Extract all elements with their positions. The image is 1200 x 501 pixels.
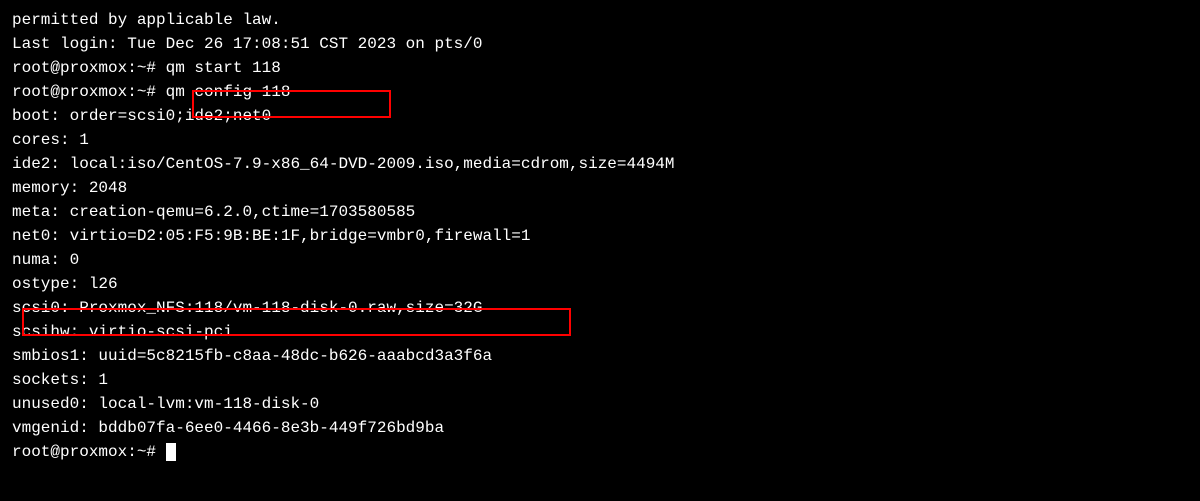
terminal-window[interactable]: permitted by applicable law. Last login:…	[12, 8, 1188, 464]
terminal-output-line: scsi0: Proxmox_NFS:118/vm-118-disk-0.raw…	[12, 296, 1188, 320]
cursor-icon	[166, 443, 176, 461]
terminal-prompt-line[interactable]: root@proxmox:~#	[12, 440, 1188, 464]
terminal-output-line: vmgenid: bddb07fa-6ee0-4466-8e3b-449f726…	[12, 416, 1188, 440]
terminal-output-line: unused0: local-lvm:vm-118-disk-0	[12, 392, 1188, 416]
terminal-output-line: net0: virtio=D2:05:F5:9B:BE:1F,bridge=vm…	[12, 224, 1188, 248]
terminal-prompt: root@proxmox:~#	[12, 443, 166, 461]
terminal-output-line: scsihw: virtio-scsi-pci	[12, 320, 1188, 344]
terminal-output-line: meta: creation-qemu=6.2.0,ctime=17035805…	[12, 200, 1188, 224]
terminal-output-line: ide2: local:iso/CentOS-7.9-x86_64-DVD-20…	[12, 152, 1188, 176]
terminal-output-line: memory: 2048	[12, 176, 1188, 200]
terminal-output-line: ostype: l26	[12, 272, 1188, 296]
terminal-output-line: permitted by applicable law.	[12, 8, 1188, 32]
terminal-output-line: Last login: Tue Dec 26 17:08:51 CST 2023…	[12, 32, 1188, 56]
terminal-output-line: cores: 1	[12, 128, 1188, 152]
terminal-command-line: root@proxmox:~# qm start 118	[12, 56, 1188, 80]
terminal-output-line: sockets: 1	[12, 368, 1188, 392]
terminal-output-line: smbios1: uuid=5c8215fb-c8aa-48dc-b626-aa…	[12, 344, 1188, 368]
terminal-output-line: boot: order=scsi0;ide2;net0	[12, 104, 1188, 128]
terminal-command-line: root@proxmox:~# qm config 118	[12, 80, 1188, 104]
terminal-output-line: numa: 0	[12, 248, 1188, 272]
